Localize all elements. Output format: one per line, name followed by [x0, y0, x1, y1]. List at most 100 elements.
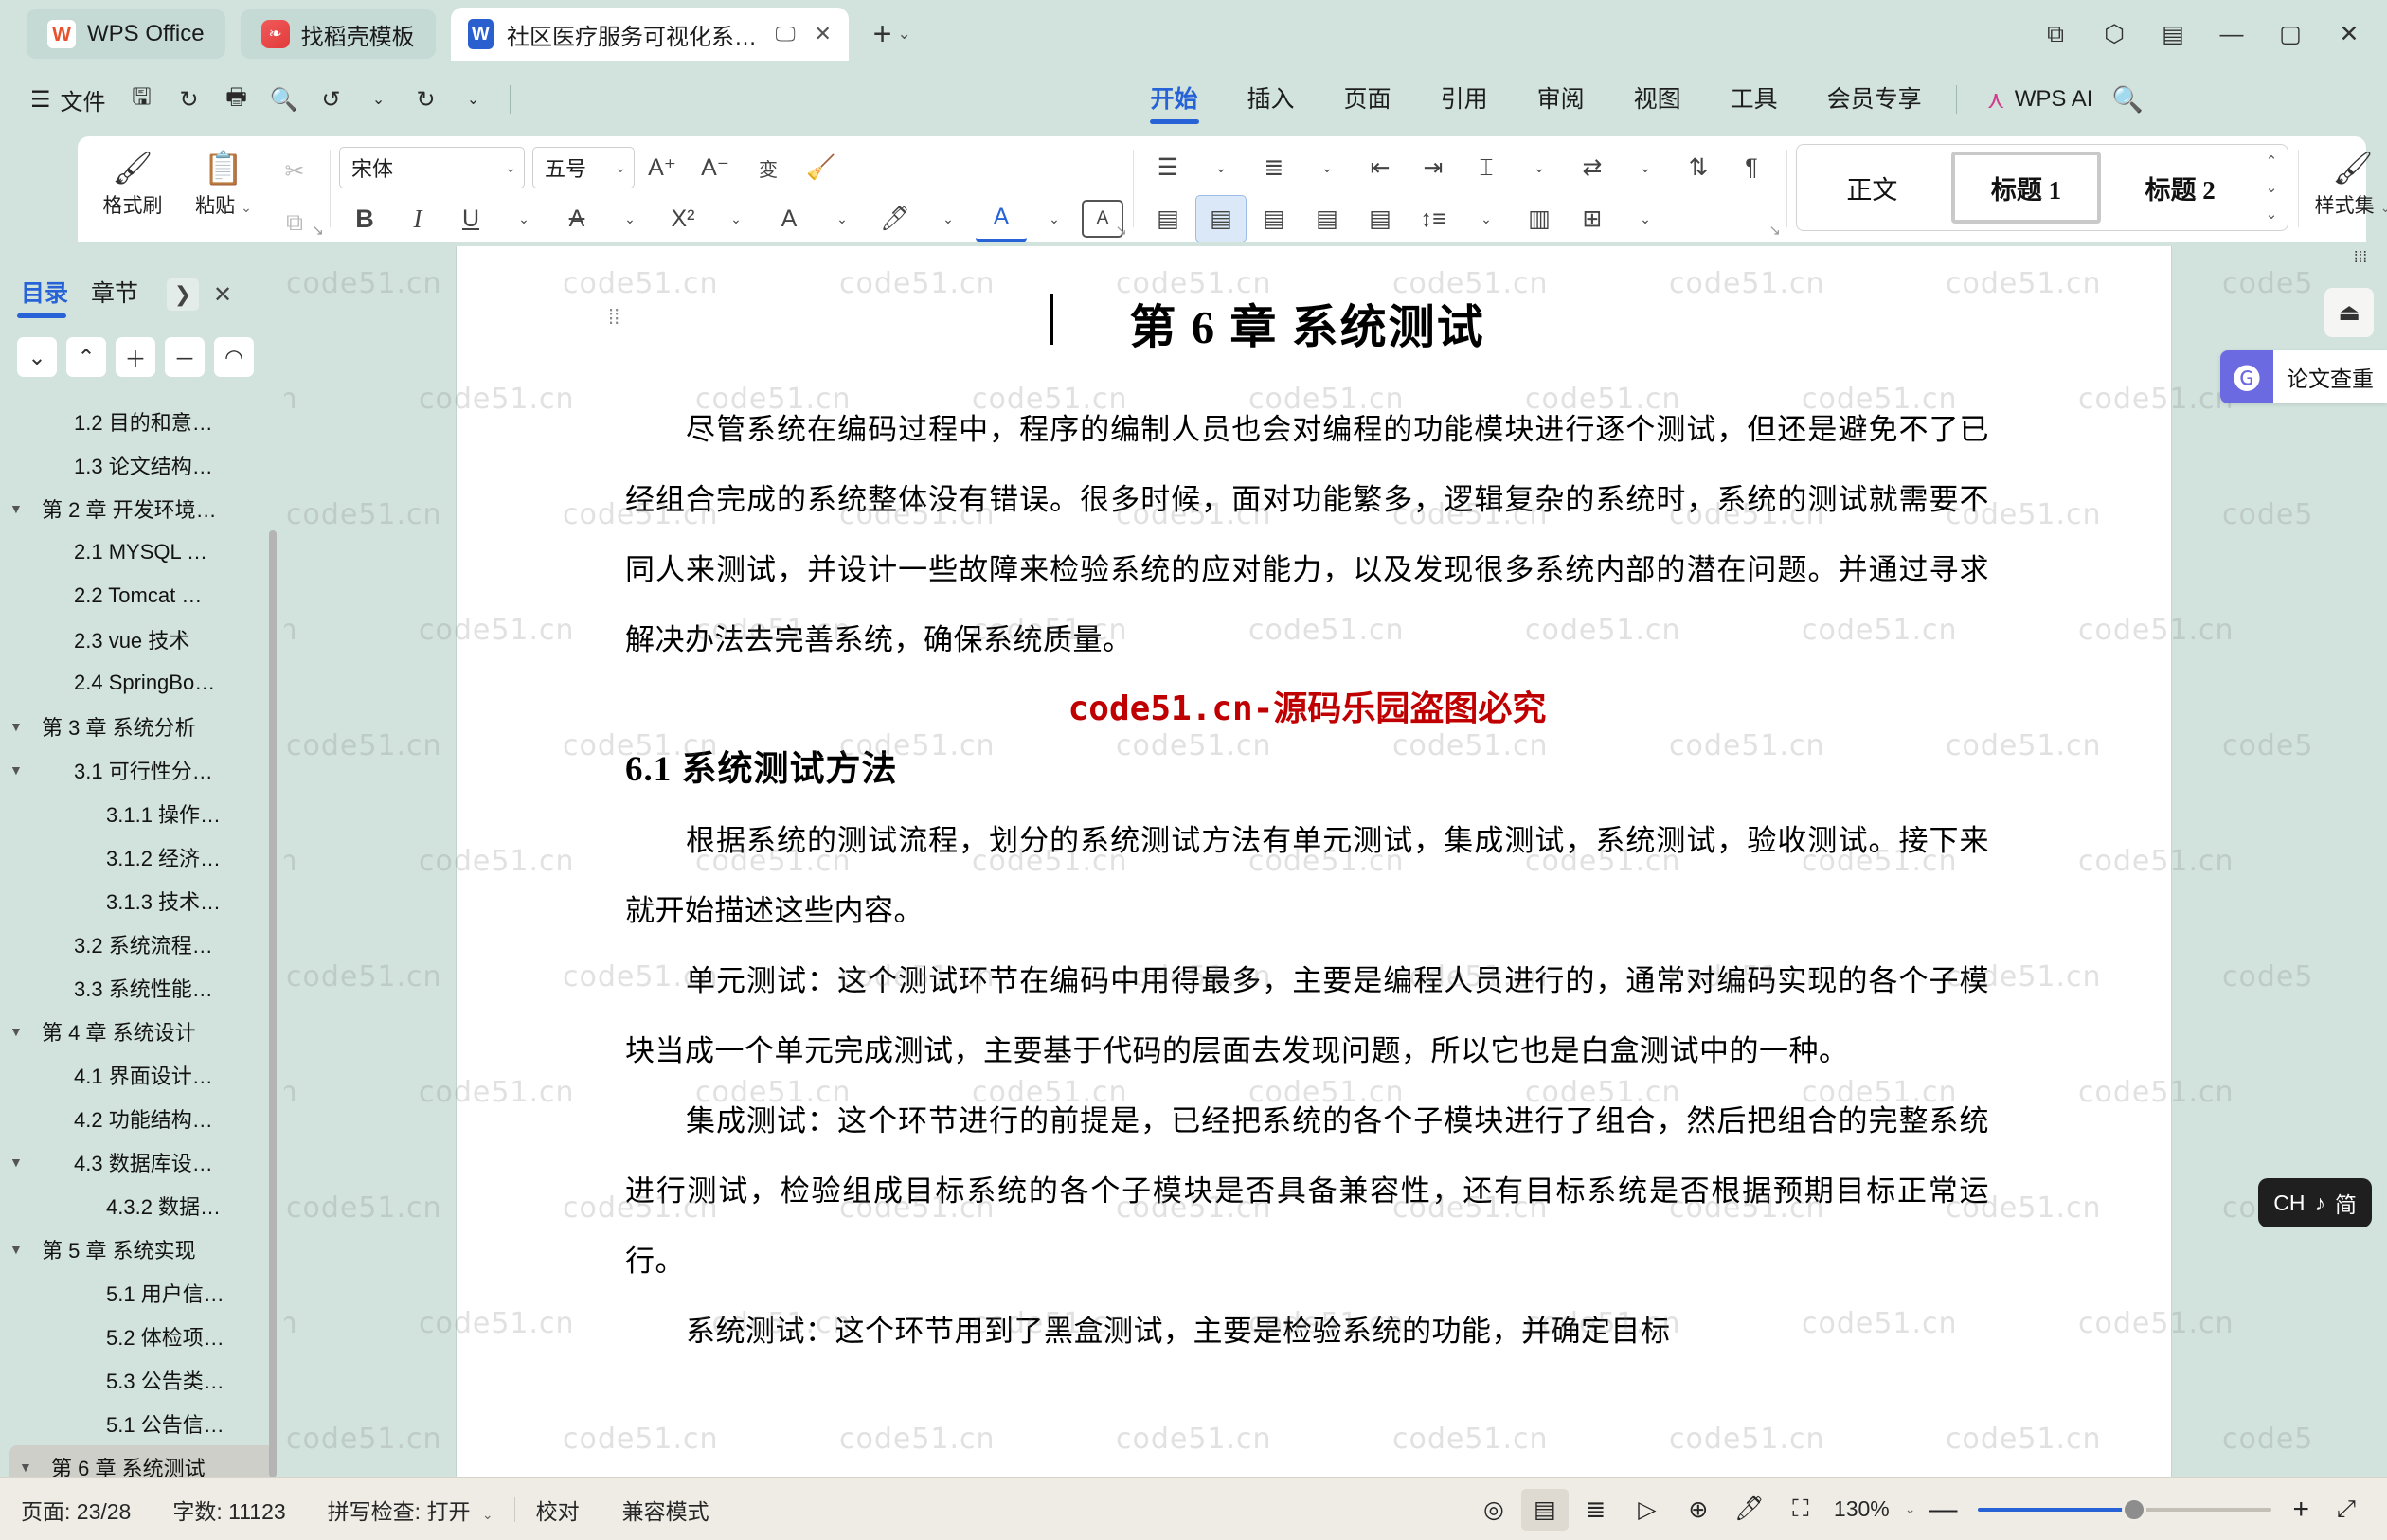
superscript-button[interactable]: X² [657, 195, 709, 242]
paste-button[interactable]: 📋 粘贴 ⌄ [178, 136, 269, 235]
show-marks-icon[interactable]: ¶ [1726, 144, 1777, 191]
redo-dropdown-icon[interactable]: ⌄ [453, 79, 494, 120]
toc-item[interactable]: ▼ 第 2 章 开发环境… [0, 487, 284, 530]
app-tab-docer[interactable]: ❧ 找稻壳模板 [240, 9, 436, 59]
toc-item[interactable]: 5.1 用户信… [0, 1271, 284, 1315]
toc-item[interactable]: 3.1.3 技术… [0, 879, 284, 922]
nav-tab-chapters[interactable]: 章节 [83, 269, 146, 320]
document-page[interactable]: 第 6 章 系统测试 尽管系统在编码过程中，程序的编制人员也会对编程的功能模块进… [457, 246, 2171, 1477]
toc-twisty-icon[interactable]: ▼ [9, 1155, 23, 1170]
compat-mode-label[interactable]: 兼容模式 [601, 1494, 730, 1526]
ribbon-tab-start[interactable]: 开始 [1126, 73, 1223, 126]
strikethrough-dropdown-icon[interactable]: ⌄ [604, 195, 655, 242]
plus-icon[interactable]: ＋ [116, 337, 155, 377]
ribbon-tab-view[interactable]: 视图 [1609, 73, 1706, 126]
borders-dropdown-icon[interactable]: ⌄ [1620, 195, 1671, 242]
web-view-icon[interactable]: ⊕ [1675, 1489, 1722, 1531]
minus-icon[interactable]: － [165, 337, 205, 377]
ribbon-tab-references[interactable]: 引用 [1416, 73, 1513, 126]
font-size-select[interactable]: 五号 ⌄ [532, 147, 635, 188]
tab-close-icon[interactable]: ✕ [811, 20, 835, 48]
new-tab-dropdown-icon[interactable]: ⌄ [897, 25, 910, 44]
font-name-select[interactable]: 宋体 ⌄ [339, 147, 525, 188]
grip-icon[interactable]: ⁞⁞ [608, 305, 619, 330]
spellcheck-status[interactable]: 拼写检查: 打开 ⌄ [307, 1494, 514, 1526]
highlight-icon[interactable]: 🖊 [870, 195, 921, 242]
zoom-out-button[interactable]: — [1919, 1494, 1966, 1526]
toc-item[interactable]: ▼ 第 5 章 系统实现 [0, 1227, 284, 1271]
toc-item[interactable]: ▼ 第 6 章 系统测试 [9, 1445, 275, 1477]
settings-circle-icon[interactable]: ◠ [214, 337, 254, 377]
underline-button[interactable]: U [445, 195, 496, 242]
underline-dropdown-icon[interactable]: ⌄ [498, 195, 549, 242]
outline-view-icon[interactable]: ≣ [1572, 1489, 1620, 1531]
highlight-dropdown-icon[interactable]: ⌄ [923, 195, 974, 242]
fullscreen-icon[interactable]: ⛶ [1777, 1489, 1824, 1531]
chevron-right-icon[interactable]: ❯ [167, 278, 200, 311]
screenshot-icon[interactable]: ▤ [2156, 17, 2190, 51]
ribbon-tab-member[interactable]: 会员专享 [1803, 73, 1947, 126]
toc-item[interactable]: 2.4 SpringBo… [0, 661, 284, 705]
clipboard-dialog-launcher[interactable]: ↘ [312, 222, 324, 239]
style-scroll-down-icon[interactable]: ⌄ [2266, 181, 2278, 195]
ribbon-tab-insert[interactable]: 插入 [1223, 73, 1319, 126]
word-count[interactable]: 字数: 11123 [152, 1494, 306, 1526]
search-icon[interactable]: 🔍 [2111, 84, 2144, 115]
eject-panel-icon[interactable]: ⏏ [2324, 288, 2374, 337]
ink-icon[interactable]: 🖊 [1726, 1489, 1773, 1531]
toc-twisty-icon[interactable]: ▼ [9, 762, 23, 778]
style-normal[interactable]: 正文 [1801, 152, 1944, 224]
grip-icon[interactable]: ⁞⁞⁞ [2342, 242, 2379, 273]
ribbon-tab-tools[interactable]: 工具 [1706, 73, 1803, 126]
shrink-font-icon[interactable]: A⁻ [690, 144, 741, 191]
save-icon[interactable]: 🖫 [121, 79, 163, 120]
cube-icon[interactable]: ⬡ [2097, 17, 2131, 51]
tab-monitor-icon[interactable]: 🖵 [773, 20, 798, 48]
font-color-icon[interactable]: A [976, 195, 1027, 242]
format-painter-button[interactable]: 🖌 格式刷 [87, 136, 178, 235]
toc-item[interactable]: ▼ 第 4 章 系统设计 [0, 1010, 284, 1053]
toc-item[interactable]: ▼ 4.3 数据库设… [0, 1140, 284, 1184]
new-tab-button[interactable]: + [864, 16, 902, 53]
toc-item[interactable]: 3.1.1 操作… [0, 792, 284, 835]
text-direction-dropdown-icon[interactable]: ⌄ [1620, 144, 1671, 191]
align-center-icon[interactable]: ▤ [1195, 195, 1247, 242]
close-button[interactable]: ✕ [2332, 17, 2366, 51]
grow-font-icon[interactable]: A⁺ [637, 144, 688, 191]
paragraph-dialog-launcher[interactable]: ↘ [1768, 222, 1781, 239]
superscript-dropdown-icon[interactable]: ⌄ [710, 195, 762, 242]
toc-item[interactable]: 5.3 公告类… [0, 1358, 284, 1402]
borders-icon[interactable]: ⊞ [1567, 195, 1618, 242]
file-menu-button[interactable]: ☰ 文件 [21, 78, 116, 122]
line-spacing-icon[interactable]: ↕≡ [1408, 195, 1459, 242]
app-tab-wps-office[interactable]: W WPS Office [27, 9, 225, 59]
print-preview-icon[interactable]: 🔍 [263, 79, 305, 120]
text-effects-dropdown-icon[interactable]: ⌄ [817, 195, 868, 242]
toc-item[interactable]: 4.3.2 数据… [0, 1184, 284, 1227]
redo-icon[interactable]: ↻ [405, 79, 447, 120]
toc-item[interactable]: 3.2 系统流程… [0, 922, 284, 966]
zoom-slider[interactable] [1978, 1491, 2272, 1529]
decrease-indent-icon[interactable]: ⇤ [1355, 144, 1406, 191]
toc-item[interactable]: 4.2 功能结构… [0, 1097, 284, 1140]
align-right-icon[interactable]: ▤ [1248, 195, 1300, 242]
plagiarism-check-button[interactable]: 🅖 论文查重 [2220, 350, 2387, 403]
chevron-up-icon[interactable]: ⌃ [66, 337, 106, 377]
chevron-down-icon[interactable]: ⌄ [17, 337, 57, 377]
cut-icon[interactable]: ✂ [269, 148, 320, 195]
toc-item[interactable]: 1.2 目的和意… [0, 400, 284, 443]
toc-item[interactable]: ▼ 第 3 章 系统分析 [0, 705, 284, 748]
toc-scrollbar[interactable] [269, 407, 277, 1477]
bullets-dropdown-icon[interactable]: ⌄ [1195, 144, 1247, 191]
text-effects-icon[interactable]: A [763, 195, 815, 242]
zoom-level-label[interactable]: 130% [1828, 1496, 1895, 1522]
font-color-dropdown-icon[interactable]: ⌄ [1029, 195, 1080, 242]
ime-indicator[interactable]: CH ♪ 简 [2258, 1178, 2372, 1227]
proofread-button[interactable]: 校对 [515, 1494, 601, 1526]
cloud-sync-icon[interactable]: ↻ [169, 79, 210, 120]
asian-layout-icon[interactable]: ⌶ [1461, 144, 1512, 191]
shading-icon[interactable]: ▥ [1514, 195, 1565, 242]
toc-scrollbar-thumb[interactable] [269, 530, 277, 1477]
distribute-icon[interactable]: ▤ [1355, 195, 1406, 242]
toc-twisty-icon[interactable]: ▼ [9, 1242, 23, 1257]
